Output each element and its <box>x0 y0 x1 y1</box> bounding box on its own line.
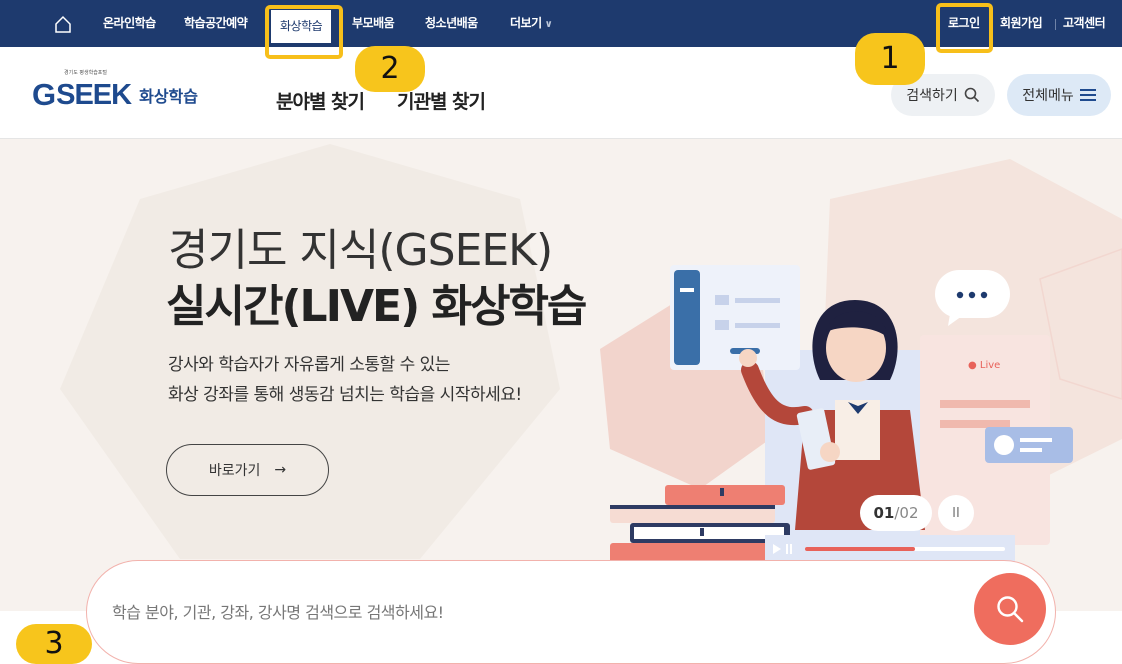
topnav-space-reservation[interactable]: 학습공간예약 <box>184 14 248 31</box>
home-icon[interactable] <box>54 15 72 33</box>
chevron-down-icon: ∨ <box>544 19 553 30</box>
hero-title-line1: 경기도 지식(GSEEK) <box>168 225 553 276</box>
arrow-right-icon: → <box>274 462 287 478</box>
logo-g: G <box>32 77 57 112</box>
main-search-button[interactable] <box>974 573 1046 645</box>
slide-current: 01 <box>873 504 895 522</box>
gseek-logo[interactable]: G SEEK 화상학습 <box>32 77 198 113</box>
full-menu-button[interactable]: 전체메뉴 <box>1007 74 1111 116</box>
topnav-youth-learning[interactable]: 청소년배움 <box>425 14 478 31</box>
topnav-online-learning[interactable]: 온라인학습 <box>103 14 156 31</box>
header-search-label: 검색하기 <box>906 88 958 104</box>
annotation-badge-1: 1 <box>855 33 925 85</box>
logo-subtitle: 화상학습 <box>139 87 198 106</box>
slide-total: /02 <box>894 504 919 522</box>
main-search-input[interactable] <box>112 597 892 627</box>
go-button-label: 바로가기 <box>208 463 261 479</box>
logo-tagline: 경기도 평생학습포털 <box>64 70 107 76</box>
search-icon <box>997 596 1024 623</box>
nav-by-field[interactable]: 분야별 찾기 <box>276 87 365 114</box>
customer-center-link[interactable]: 고객센터 <box>1063 14 1106 31</box>
hero-desc-line1: 강사와 학습자가 자유롭게 소통할 수 있는 <box>168 355 450 375</box>
search-icon <box>964 87 979 103</box>
live-indicator: ● Live <box>968 360 1001 371</box>
highlight-login <box>936 3 993 53</box>
hamburger-icon <box>1079 89 1096 101</box>
slide-pager: 01/02 <box>860 495 932 531</box>
signup-link[interactable]: 회원가입 <box>1000 14 1043 31</box>
util-divider <box>1055 19 1056 30</box>
go-button[interactable]: 바로가기 → <box>166 444 329 496</box>
video-learning-illustration <box>610 265 1073 565</box>
annotation-badge-2: 2 <box>355 46 425 92</box>
annotation-badge-3: 3 <box>16 624 92 664</box>
logo-name: SEEK <box>56 78 132 111</box>
topnav-more[interactable]: 더보기 ∨ <box>510 14 553 31</box>
hero-title-line2: 실시간(LIVE) 화상학습 <box>166 281 587 332</box>
highlight-video-learning <box>265 5 343 59</box>
hero-desc-line2: 화상 강좌를 통해 생동감 넘치는 학습을 시작하세요! <box>168 385 522 405</box>
full-menu-label: 전체메뉴 <box>1022 88 1074 104</box>
topnav-parent-learning[interactable]: 부모배움 <box>352 14 395 31</box>
topnav-more-label: 더보기 <box>510 16 542 30</box>
pause-icon[interactable]: II <box>938 495 974 531</box>
